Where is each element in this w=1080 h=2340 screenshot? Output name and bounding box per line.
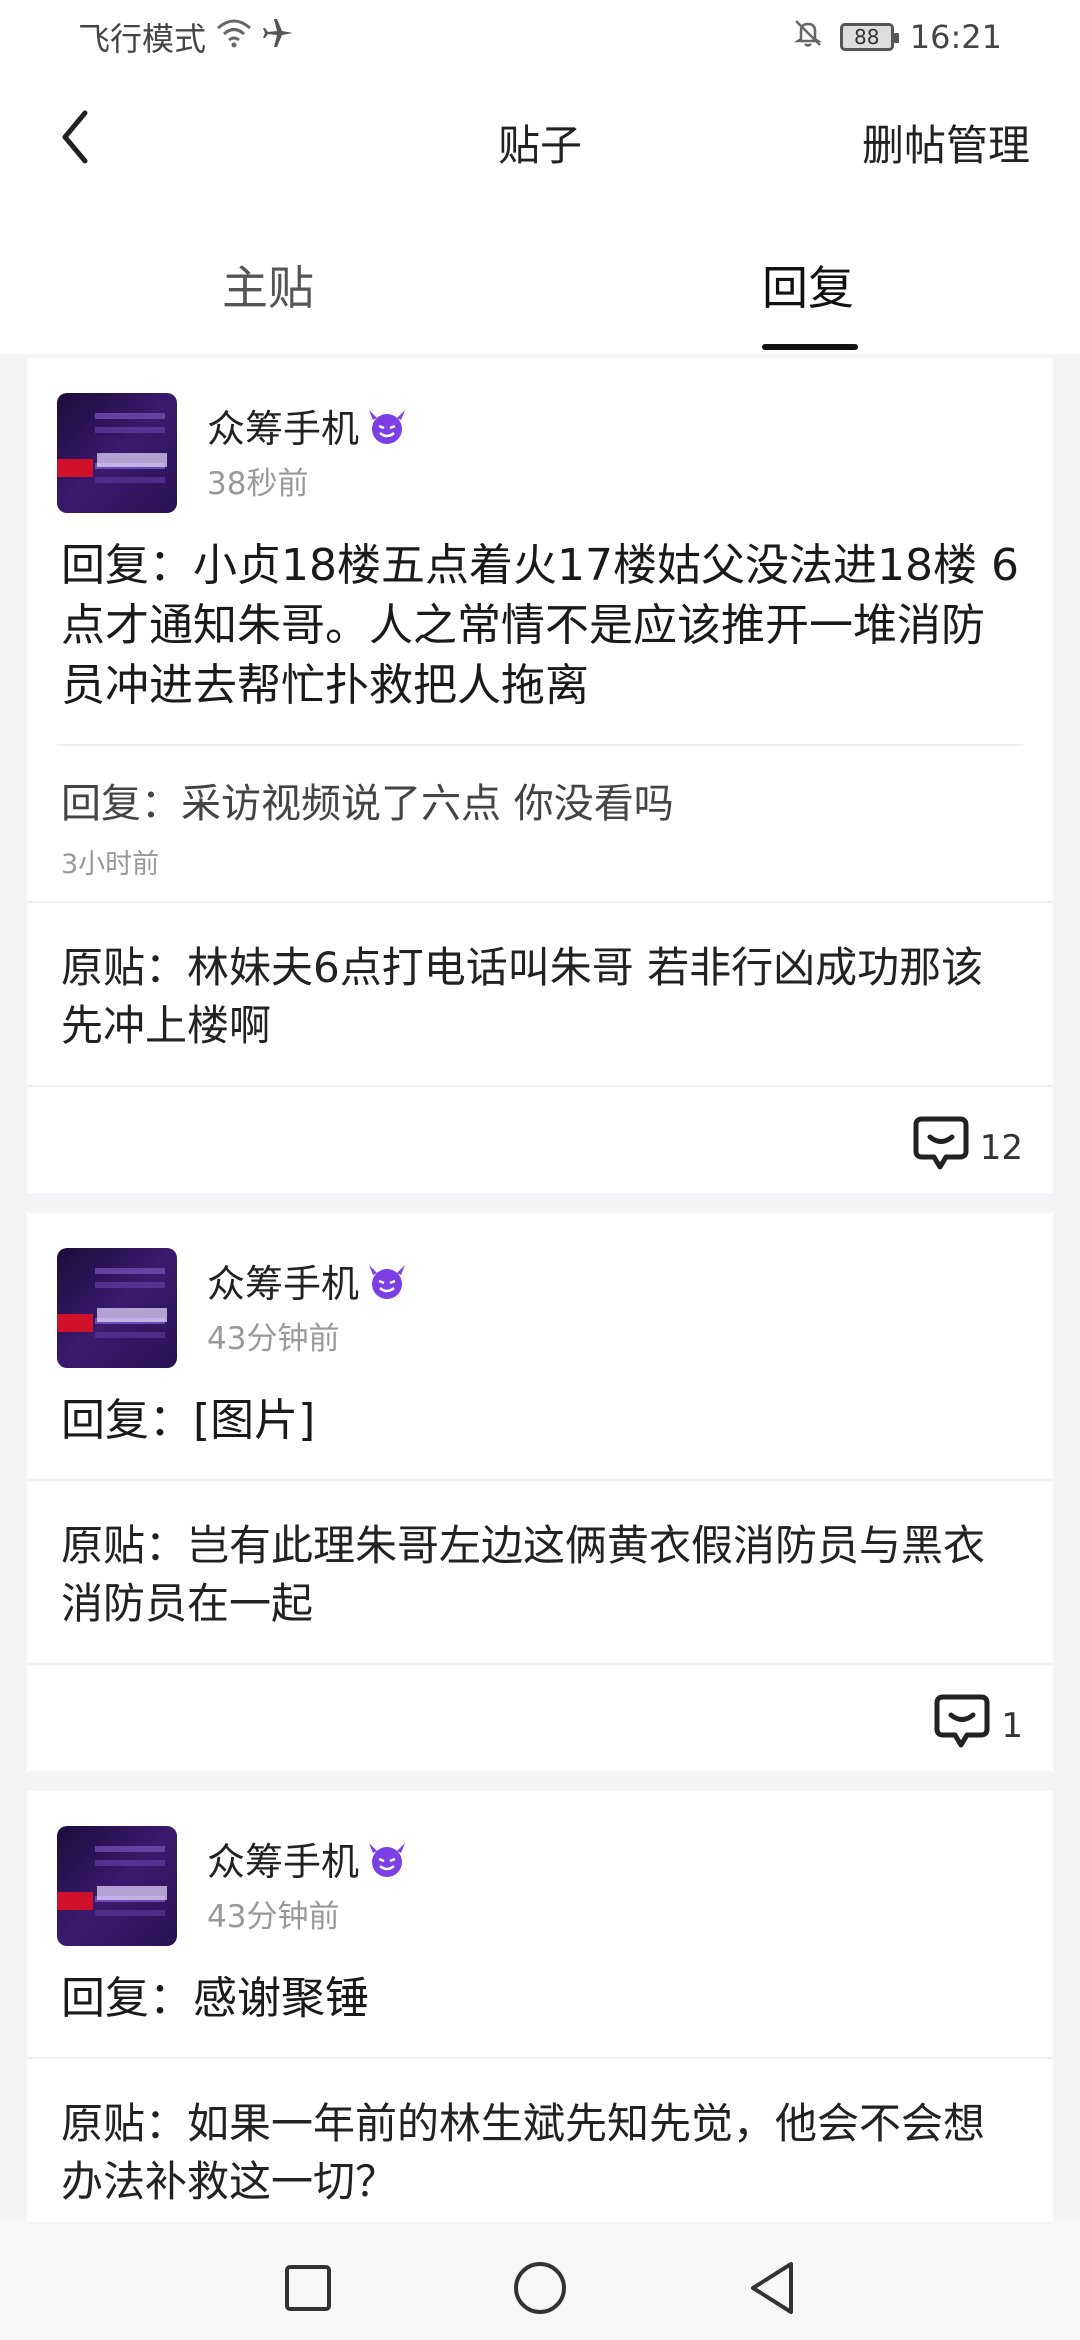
- status-left: 飞行模式: [78, 14, 296, 60]
- smiling-devil-icon: [365, 1261, 409, 1301]
- avatar-caption: [97, 1308, 167, 1322]
- original-post[interactable]: 原贴：如果一年前的林生斌先知先觉，他会不会想办法补救这一切？: [27, 2057, 1053, 2241]
- avatar-brand-mark: [57, 1314, 93, 1332]
- reply-card[interactable]: 众筹手机 43分钟前 回复：[图片] 原贴：岂有此理朱哥左边这俩黄衣假消防员与黑…: [27, 1213, 1053, 1771]
- avatar-lines: [95, 1846, 165, 1852]
- card-footer: 12: [27, 1085, 1053, 1193]
- avatar[interactable]: [57, 393, 177, 513]
- bell-off-icon: [792, 17, 824, 57]
- avatar-caption: [97, 1886, 167, 1900]
- reply-card[interactable]: 众筹手机 43分钟前 回复：感谢聚锤 原贴：如果一年前的林生斌先知先觉，他会不会…: [27, 1791, 1053, 2241]
- username-text: 众筹手机: [207, 1840, 360, 1884]
- battery-indicator: 88: [839, 23, 899, 51]
- triangle-back-icon: [747, 2260, 797, 2320]
- comment-button[interactable]: 12: [912, 1115, 1023, 1180]
- quoted-reply[interactable]: 回复：采访视频说了六点 你没看吗 3小时前: [57, 744, 1023, 901]
- username[interactable]: 众筹手机: [207, 1253, 409, 1308]
- avatar[interactable]: [57, 1248, 177, 1368]
- reply-card[interactable]: 众筹手机 38秒前 回复：小贞18楼五点着火17楼姑父没法进18楼 6点才通知朱…: [27, 358, 1053, 1193]
- quoted-reply-time: 3小时前: [61, 849, 160, 880]
- system-navigation-bar: [0, 2222, 1080, 2340]
- tab-reply[interactable]: 回复: [762, 252, 854, 318]
- username[interactable]: 众筹手机: [207, 1831, 409, 1886]
- comment-bubble-icon: [912, 1115, 970, 1180]
- delete-post-management-button[interactable]: 删帖管理: [862, 112, 1030, 173]
- avatar-brand-mark: [57, 459, 93, 477]
- comment-count: 12: [979, 1127, 1023, 1168]
- post-time: 43分钟前: [207, 1321, 340, 1357]
- card-header: 众筹手机 43分钟前: [27, 1791, 1053, 1946]
- quoted-reply-text: 回复：采访视频说了六点 你没看吗: [61, 781, 674, 827]
- back-nav-button[interactable]: [742, 2260, 802, 2320]
- smiling-devil-icon: [365, 1839, 409, 1879]
- post-time: 38秒前: [207, 466, 309, 502]
- wifi-icon: [216, 18, 252, 56]
- home-button[interactable]: [510, 2260, 570, 2320]
- status-right: 88 16:21: [792, 17, 1002, 57]
- reply-content[interactable]: 回复：[图片]: [27, 1351, 1053, 1479]
- avatar-brand-mark: [57, 1892, 93, 1910]
- username[interactable]: 众筹手机: [207, 398, 409, 453]
- airplane-mode-label: 飞行模式: [78, 20, 207, 58]
- comment-count: 1: [1001, 1705, 1023, 1746]
- reply-content[interactable]: 回复：小贞18楼五点着火17楼姑父没法进18楼 6点才通知朱哥。人之常情不是应该…: [27, 496, 1053, 744]
- square-icon: [283, 2263, 333, 2317]
- smiling-devil-icon: [365, 406, 409, 446]
- comment-button[interactable]: 1: [933, 1693, 1023, 1758]
- status-bar: 飞行模式 88 16:21: [0, 0, 1080, 74]
- tab-bar: 主贴 回复: [0, 204, 1080, 354]
- card-header: 众筹手机 38秒前: [27, 358, 1053, 513]
- avatar[interactable]: [57, 1826, 177, 1946]
- original-post[interactable]: 原贴：岂有此理朱哥左边这俩黄衣假消防员与黑衣消防员在一起: [27, 1479, 1053, 1663]
- airplane-icon: [262, 16, 296, 58]
- username-text: 众筹手机: [207, 1262, 360, 1306]
- username-text: 众筹手机: [207, 407, 360, 451]
- reply-feed: 众筹手机 38秒前 回复：小贞18楼五点着火17楼姑父没法进18楼 6点才通知朱…: [27, 358, 1053, 2261]
- clock: 16:21: [909, 18, 1002, 56]
- post-time: 43分钟前: [207, 1899, 340, 1935]
- avatar-caption: [97, 453, 167, 467]
- recents-button[interactable]: [278, 2260, 338, 2320]
- card-footer: 1: [27, 1663, 1053, 1771]
- avatar-lines: [95, 1268, 165, 1274]
- original-post[interactable]: 原贴：林妹夫6点打电话叫朱哥 若非行凶成功那该先冲上楼啊: [27, 901, 1053, 1085]
- card-header: 众筹手机 43分钟前: [27, 1213, 1053, 1368]
- comment-bubble-icon: [933, 1693, 991, 1758]
- top-app-bar: 贴子 删帖管理: [0, 74, 1080, 204]
- avatar-lines: [95, 413, 165, 419]
- reply-content[interactable]: 回复：感谢聚锤: [27, 1929, 1053, 2057]
- active-tab-indicator: [762, 344, 858, 350]
- circle-icon: [512, 2260, 568, 2320]
- tab-main-post[interactable]: 主贴: [222, 252, 314, 318]
